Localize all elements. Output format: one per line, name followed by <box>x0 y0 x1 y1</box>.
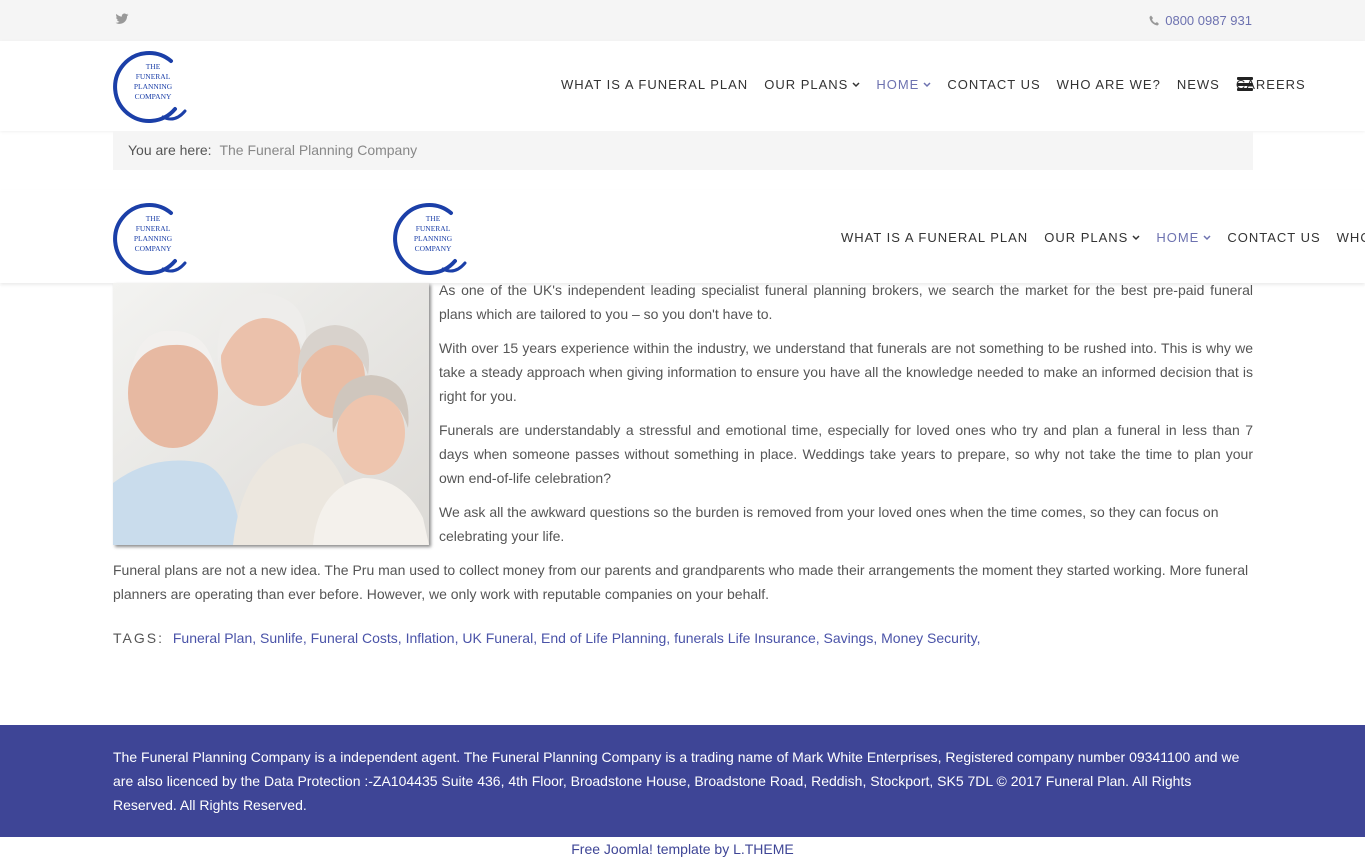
chevron-down-icon <box>1132 234 1140 240</box>
site-logo[interactable]: THE FUNERAL PLANNING COMPANY <box>113 47 191 125</box>
logo-text-1: THE <box>146 214 161 223</box>
content-paragraph-4: We ask all the awkward questions so the … <box>439 504 1219 544</box>
breadcrumb: You are here: The Funeral Planning Compa… <box>113 131 1253 170</box>
nav-who-are-we[interactable]: WHO ARE WE? <box>1057 77 1161 92</box>
elderly-group-photo <box>113 283 429 545</box>
tag-link[interactable]: Funeral Plan, <box>173 630 256 646</box>
template-credit-link[interactable]: Free Joomla! template by L.THEME <box>571 841 794 857</box>
logo-text-2: FUNERAL <box>416 224 451 233</box>
content-paragraph-5: Funeral plans are not a new idea. The Pr… <box>113 562 1249 602</box>
nav-contact-us[interactable]: CONTACT US <box>947 77 1040 92</box>
tag-link[interactable]: Life Insurance, <box>728 630 820 646</box>
twitter-icon[interactable] <box>115 12 129 26</box>
template-credit: Free Joomla! template by L.THEME <box>0 837 1365 861</box>
tag-link[interactable]: End of Life Planning, <box>541 630 670 646</box>
nav-our-plans[interactable]: OUR PLANS <box>1044 230 1140 245</box>
nav-news[interactable]: NEWS <box>1177 77 1220 92</box>
logo-text-1: THE <box>426 214 441 223</box>
sticky-header: THE FUNERAL PLANNING COMPANY THE FUNERAL… <box>0 190 1365 283</box>
nav-label: WHAT IS A FUNERAL PLAN <box>841 230 1029 245</box>
logo-graphic: THE FUNERAL PLANNING COMPANY <box>113 50 187 123</box>
logo-text-4: COMPANY <box>135 244 172 253</box>
sticky-logo[interactable]: THE FUNERAL PLANNING COMPANY <box>113 199 191 277</box>
nav-contact-us[interactable]: CONTACT US <box>1227 230 1320 245</box>
sticky-nav: WHAT IS A FUNERAL PLAN OUR PLANS HOME CO… <box>841 230 1365 245</box>
logo-graphic: THE FUNERAL PLANNING COMPANY <box>393 202 467 275</box>
logo-text-3: PLANNING <box>134 234 173 243</box>
sticky-logo-secondary[interactable]: THE FUNERAL PLANNING COMPANY <box>393 199 471 277</box>
top-bar: 0800 0987 931 <box>0 0 1365 41</box>
logo-text-2: FUNERAL <box>136 72 171 81</box>
nav-label: CONTACT US <box>947 77 1041 92</box>
main-header: THE FUNERAL PLANNING COMPANY WHAT IS A F… <box>0 41 1365 131</box>
photo-illustration <box>113 283 429 545</box>
nav-label: WHO ARE WE? <box>1056 77 1161 92</box>
tag-link[interactable]: Money Security, <box>881 630 980 646</box>
hamburger-icon[interactable] <box>1237 77 1253 91</box>
tag-link[interactable]: Inflation, <box>406 630 459 646</box>
tag-link[interactable]: UK Funeral, <box>462 630 537 646</box>
footer-text: The Funeral Planning Company is a indepe… <box>113 749 1240 813</box>
chevron-down-icon <box>852 81 860 87</box>
nav-what-is-a-funeral-plan[interactable]: WHAT IS A FUNERAL PLAN <box>841 230 1028 245</box>
nav-what-is-a-funeral-plan[interactable]: WHAT IS A FUNERAL PLAN <box>561 77 748 92</box>
nav-who-are-we[interactable]: WHO ARE WE <box>1337 230 1365 245</box>
nav-home[interactable]: HOME <box>1156 230 1211 245</box>
content-paragraph-1: As one of the UK's independent leading s… <box>439 282 1253 322</box>
logo-text-1: THE <box>146 62 161 71</box>
nav-home[interactable]: HOME <box>876 77 931 92</box>
nav-label: WHO ARE WE <box>1336 230 1365 245</box>
chevron-down-icon <box>923 81 931 87</box>
logo-text-4: COMPANY <box>415 244 452 253</box>
nav-label: WHAT IS A FUNERAL PLAN <box>561 77 749 92</box>
breadcrumb-prefix: You are here: <box>128 142 212 158</box>
tag-link[interactable]: Funeral Costs, <box>311 630 402 646</box>
phone-contact[interactable]: 0800 0987 931 <box>1149 13 1252 28</box>
phone-icon <box>1149 15 1160 26</box>
tag-link[interactable]: Savings, <box>824 630 878 646</box>
nav-label: HOME <box>876 77 920 92</box>
logo-graphic: THE FUNERAL PLANNING COMPANY <box>113 202 187 275</box>
breadcrumb-current[interactable]: The Funeral Planning Company <box>219 142 417 158</box>
main-nav: WHAT IS A FUNERAL PLAN OUR PLANS HOME CO… <box>561 77 1322 92</box>
tag-link[interactable]: Sunlife, <box>260 630 307 646</box>
nav-label: HOME <box>1156 230 1200 245</box>
tags-list: TAGS: Funeral Plan, Sunlife, Funeral Cos… <box>113 626 980 650</box>
tags-label: TAGS: <box>113 630 164 646</box>
nav-label: CONTACT US <box>1227 230 1321 245</box>
content-paragraph-3: Funerals are understandably a stressful … <box>439 422 1253 486</box>
nav-our-plans[interactable]: OUR PLANS <box>764 77 860 92</box>
nav-label: OUR PLANS <box>764 77 849 92</box>
footer: The Funeral Planning Company is a indepe… <box>0 725 1365 837</box>
nav-label: OUR PLANS <box>1044 230 1129 245</box>
logo-text-4: COMPANY <box>135 92 172 101</box>
content-paragraph-2: With over 15 years experience within the… <box>439 340 1253 404</box>
logo-text-2: FUNERAL <box>136 224 171 233</box>
logo-text-3: PLANNING <box>414 234 453 243</box>
nav-label: NEWS <box>1176 77 1220 92</box>
chevron-down-icon <box>1203 234 1211 240</box>
logo-text-3: PLANNING <box>134 82 173 91</box>
tag-link[interactable]: funerals <box>674 630 724 646</box>
phone-number[interactable]: 0800 0987 931 <box>1165 13 1252 28</box>
